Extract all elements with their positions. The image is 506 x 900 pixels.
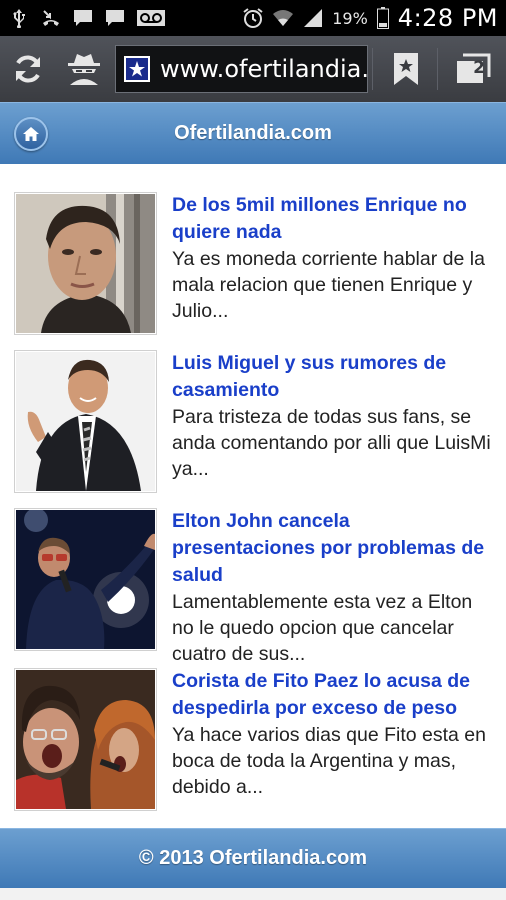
incognito-button[interactable] xyxy=(56,36,112,102)
toolbar-divider xyxy=(437,48,438,90)
tabs-count: 2 xyxy=(473,58,485,78)
article-excerpt: Ya es moneda corriente hablar de la mala… xyxy=(172,248,485,322)
article-thumbnail[interactable] xyxy=(14,350,157,493)
article-excerpt: Lamentablemente esta vez a Elton no le q… xyxy=(172,591,473,665)
usb-icon xyxy=(8,8,30,28)
article-title[interactable]: De los 5mil millones Enrique no quiere n… xyxy=(172,192,492,246)
refresh-button[interactable] xyxy=(0,36,56,102)
battery-percent: 19% xyxy=(332,8,368,28)
bookmark-icon xyxy=(394,53,418,85)
portrait-image xyxy=(16,194,155,333)
article-item[interactable]: Elton John cancela presentaciones por pr… xyxy=(14,508,496,667)
portrait-image xyxy=(16,352,155,491)
status-bar: 19% 4:28 PM xyxy=(0,0,506,36)
tabs-button[interactable]: 2 xyxy=(445,36,501,102)
site-favicon xyxy=(124,56,150,82)
article-thumbnail[interactable] xyxy=(14,668,157,811)
copyright-text: © 2013 Ofertilandia.com xyxy=(138,847,368,869)
bottom-strip xyxy=(0,888,506,900)
article-list: De los 5mil millones Enrique no quiere n… xyxy=(0,164,506,828)
message-icon xyxy=(72,8,94,28)
signal-icon xyxy=(302,8,324,28)
url-bar[interactable]: www.ofertilandia.c xyxy=(115,45,368,93)
missed-call-icon xyxy=(40,8,62,28)
article-title[interactable]: Elton John cancela presentaciones por pr… xyxy=(172,508,492,589)
incognito-icon xyxy=(68,54,100,85)
clock: 4:28 PM xyxy=(397,4,498,32)
article-thumbnail[interactable] xyxy=(14,192,157,335)
concert-image xyxy=(16,670,155,809)
article-title[interactable]: Corista de Fito Paez lo acusa de despedi… xyxy=(172,668,492,722)
article-excerpt: Ya hace varios dias que Fito esta en boc… xyxy=(172,724,486,798)
home-icon xyxy=(23,127,39,141)
site-header: Ofertilandia.com xyxy=(0,102,506,164)
url-text: www.ofertilandia.c xyxy=(160,55,368,83)
article-title[interactable]: Luis Miguel y sus rumores de casamiento xyxy=(172,350,492,404)
concert-image xyxy=(16,510,155,649)
article-item[interactable]: Luis Miguel y sus rumores de casamiento … xyxy=(14,350,496,493)
article-thumbnail[interactable] xyxy=(14,508,157,651)
alarm-icon xyxy=(242,8,264,28)
voicemail-icon xyxy=(136,8,166,28)
article-item[interactable]: De los 5mil millones Enrique no quiere n… xyxy=(14,192,496,335)
wifi-icon xyxy=(272,8,294,28)
article-excerpt: Para tristeza de todas sus fans, se anda… xyxy=(172,406,491,480)
browser-toolbar: www.ofertilandia.c 2 xyxy=(0,36,506,102)
battery-icon xyxy=(376,7,390,29)
star-icon xyxy=(126,58,148,80)
toolbar-divider xyxy=(372,48,373,90)
message-icon xyxy=(104,8,126,28)
refresh-icon xyxy=(16,55,40,83)
article-item[interactable]: Corista de Fito Paez lo acusa de despedi… xyxy=(14,668,496,811)
site-footer: © 2013 Ofertilandia.com xyxy=(0,828,506,888)
bookmark-button[interactable] xyxy=(378,36,434,102)
home-button[interactable] xyxy=(14,117,48,151)
page-title: Ofertilandia.com xyxy=(174,122,332,144)
